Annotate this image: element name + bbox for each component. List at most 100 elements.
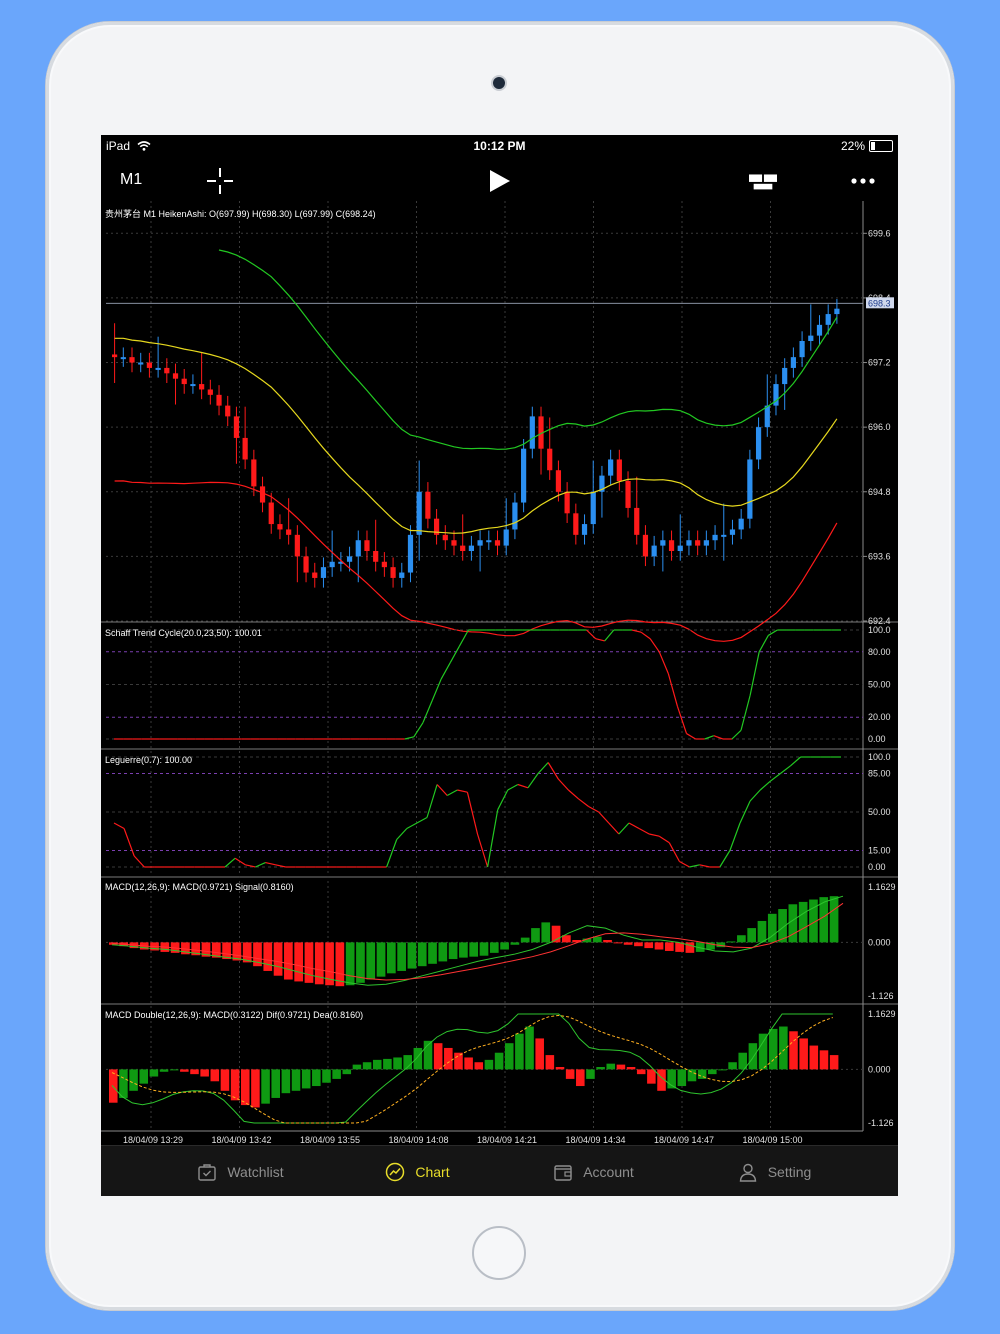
tab-setting[interactable]: Setting — [675, 1146, 874, 1196]
time-tick-label: 18/04/09 13:29 — [123, 1135, 183, 1145]
leguerre-label: Leguerre(0.7): 100.00 — [105, 755, 193, 765]
schaff-tick-label: 50.00 — [868, 680, 891, 690]
leguerre-line-segment — [769, 773, 781, 782]
macd-histogram-bar — [623, 942, 633, 945]
bear-candle — [564, 491, 570, 514]
macd-double-histogram-bar — [393, 1057, 402, 1070]
macd-histogram-bar — [603, 939, 612, 943]
status-battery-group: 22% — [841, 139, 893, 153]
leguerre-line-segment — [628, 822, 640, 830]
macd-tick-label: 0.000 — [868, 937, 891, 947]
leguerre-line-segment — [759, 780, 771, 791]
macd-histogram-bar — [798, 901, 808, 943]
play-icon[interactable] — [485, 167, 513, 195]
tab-watchlist[interactable]: Watchlist — [141, 1146, 340, 1196]
briefcase-icon — [198, 1163, 217, 1181]
bull-candle — [651, 545, 657, 557]
schaff-line-segment — [649, 638, 660, 653]
macd-double-histogram-bar — [647, 1069, 656, 1084]
leguerre-line-segment — [436, 784, 448, 796]
bull-candle — [747, 459, 753, 519]
leguerre-line-segment — [446, 789, 458, 797]
macd-double-histogram-bar — [616, 1064, 626, 1070]
bull-candle — [521, 448, 527, 503]
leguerre-line-segment — [668, 842, 680, 862]
macd-double-histogram-bar — [322, 1069, 331, 1083]
macd-histogram-bar — [386, 942, 396, 974]
leguerre-line-segment — [780, 765, 791, 774]
macd-histogram-bar — [469, 942, 479, 957]
leguerre-tick-label: 0.00 — [868, 862, 886, 872]
leguerre-line-segment — [547, 762, 559, 780]
schaff-line-segment — [449, 646, 460, 663]
leguerre-line-segment — [527, 773, 539, 789]
bear-candle — [199, 384, 205, 390]
macd-double-tick-label: -1.126 — [868, 1118, 894, 1128]
macd-double-histogram-bar — [586, 1069, 595, 1079]
macd-double-histogram-bar — [464, 1057, 473, 1070]
bear-candle — [146, 362, 153, 368]
chart-area[interactable]: 18/04/09 13:29 18/04/09 13:42 18/04/09 13:… — [101, 201, 898, 1145]
more-icon[interactable] — [849, 167, 877, 195]
tab-setting-label: Setting — [767, 1163, 812, 1180]
current-price-value: 698.3 — [868, 298, 891, 308]
bear-candle — [364, 540, 370, 551]
macd-histogram-bar — [613, 942, 623, 944]
macd-histogram-bar — [397, 942, 406, 971]
macd-double-histogram-bar — [636, 1069, 646, 1075]
macd-double-histogram-bar — [809, 1045, 819, 1070]
bull-candle — [790, 357, 796, 368]
leguerre-line-segment — [598, 811, 610, 824]
schaff-tick-label: 20.00 — [868, 712, 891, 722]
home-button[interactable] — [472, 1226, 526, 1280]
bull-candle — [590, 491, 596, 525]
bull-candle — [721, 534, 727, 537]
leguerre-line-segment — [749, 789, 761, 802]
macd-double-histogram-bar — [576, 1069, 585, 1087]
schaff-label: Schaff Trend Cycle(20.0,23,50): 100.01 — [105, 628, 262, 638]
macd-double-histogram-bar — [301, 1069, 311, 1089]
bear-candle — [286, 529, 292, 535]
macd-histogram-bar — [644, 942, 654, 949]
layout-icon[interactable] — [749, 167, 777, 195]
time-tick-label: 18/04/09 13:55 — [300, 1135, 360, 1145]
bear-candle — [112, 354, 118, 358]
macd-double-histogram-bar — [748, 1043, 758, 1070]
bear-candle — [251, 459, 257, 487]
leguerre-line-segment — [416, 816, 428, 824]
macd-histogram-bar — [417, 942, 427, 967]
price-tick-label: 693.6 — [868, 551, 891, 561]
schaff-line-segment — [758, 635, 769, 653]
macd-double-histogram-bar — [169, 1069, 179, 1071]
tab-chart[interactable]: Chart — [318, 1146, 517, 1196]
leguerre-line-segment — [679, 860, 690, 868]
macd-histogram-bar — [634, 942, 643, 947]
leguerre-line-segment — [396, 828, 408, 840]
upper-band-line — [218, 249, 838, 450]
bear-candle — [625, 481, 631, 508]
bull-candle — [120, 357, 126, 360]
macd-histogram-bar — [541, 922, 551, 943]
bull-candle — [407, 534, 414, 573]
time-tick-label: 18/04/09 15:00 — [742, 1135, 802, 1145]
macd-histogram-bar — [520, 937, 530, 943]
macd-double-histogram-bar — [129, 1069, 138, 1091]
macd-double-histogram-bar — [433, 1043, 443, 1070]
macd-double-histogram-bar — [474, 1062, 484, 1070]
bull-candle — [416, 491, 422, 535]
schaff-line-segment — [586, 629, 597, 640]
macd-histogram-bar — [737, 935, 746, 943]
time-tick-label: 18/04/09 13:42 — [211, 1135, 271, 1145]
bull-candle — [138, 362, 144, 365]
crosshair-icon[interactable] — [206, 167, 234, 195]
tab-account[interactable]: Account — [494, 1146, 693, 1196]
leguerre-tick-label: 15.00 — [868, 846, 891, 856]
chart-canvas[interactable]: 18/04/09 13:29 18/04/09 13:42 18/04/09 13:… — [101, 201, 898, 1145]
timeframe-button[interactable]: M1 — [120, 171, 142, 189]
bull-candle — [834, 308, 840, 315]
macd-double-histogram-bar — [159, 1069, 169, 1072]
tab-watchlist-label: Watchlist — [227, 1163, 284, 1180]
bear-candle — [164, 367, 170, 374]
macd-double-histogram-bar — [190, 1069, 199, 1075]
bull-candle — [346, 556, 353, 562]
